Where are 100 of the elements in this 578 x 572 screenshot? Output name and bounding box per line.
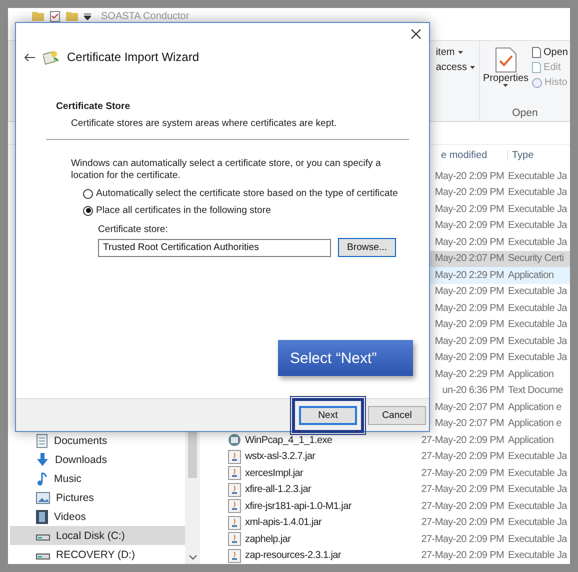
sidebar-item[interactable]: Pictures <box>10 488 185 507</box>
caret-icon <box>458 51 463 54</box>
open-button[interactable]: Open <box>532 47 568 58</box>
type-cell-text: Executable Ja <box>508 187 568 198</box>
type-cell-text: Executable Ja <box>508 319 568 330</box>
radio-button[interactable] <box>83 206 93 216</box>
sidebar-item[interactable]: Videos <box>10 507 185 526</box>
radio-button[interactable] <box>83 188 93 198</box>
type-cell-text: Executable Ja <box>508 451 568 462</box>
type-cell-text: Executable Ja <box>508 484 568 496</box>
type-cell-text: Executable Ja <box>508 336 568 347</box>
instruction-callout: Select “Next” <box>278 340 413 376</box>
sidebar-item[interactable]: Downloads <box>10 450 185 469</box>
file-name: xercesImpl.jar <box>245 468 304 479</box>
file-row[interactable]: xml-apis-1.4.01.jar 27-May-20 2:09 PM Executable Ja <box>200 514 570 531</box>
section-heading: Certificate Store <box>56 101 132 112</box>
type-cell-text: Application e <box>508 402 562 413</box>
type-cell-text: Executable Ja <box>508 352 568 364</box>
file-row[interactable]: xfire-jsr181-api-1.0-M1.jar 27-May-20 2:09 PM Executable Ja <box>200 498 570 514</box>
back-button[interactable] <box>24 52 35 62</box>
date-cell-text: un-20 6:36 PM <box>441 385 504 396</box>
sidebar-item[interactable]: Local Disk (C:) <box>10 526 185 545</box>
dialog-title: Certificate Import Wizard <box>67 50 200 64</box>
date-cell-text: May-20 2:09 PM <box>434 170 504 182</box>
type-cell-text: Application <box>508 368 555 380</box>
certificate-icon <box>43 49 59 65</box>
date-cell-text: 27-May-20 2:09 PM <box>420 500 504 512</box>
type-cell-text: Executable Ja <box>508 468 568 479</box>
type-cell-text: Executable Ja <box>508 500 568 512</box>
type-cell-text: Text Docume <box>508 385 564 396</box>
date-cell-text: May-20 2:09 PM <box>434 204 504 215</box>
next-button[interactable]: Next <box>299 406 357 424</box>
date-cell-text: 27-May-20 2:09 PM <box>420 484 504 496</box>
instruction-text: Windows can automatically select a certificate store, or you can specify a location for the certificate. <box>71 158 382 182</box>
jar-file-icon <box>228 499 241 514</box>
easy-access-button[interactable]: access <box>436 62 475 73</box>
document-icon <box>532 47 541 58</box>
file-row[interactable]: xercesImpl.jar 27-May-20 2:09 PM Executable Ja <box>200 465 570 482</box>
column-header[interactable]: e modified <box>441 150 507 160</box>
type-cell-text: Security Certi <box>508 253 565 264</box>
type-cell-text: Executable Ja <box>508 302 568 314</box>
caret-icon <box>503 84 508 87</box>
date-cell-text: 27-May-20 2:09 PM <box>420 534 504 545</box>
close-button[interactable] <box>409 27 423 41</box>
date-cell-text: May-20 2:09 PM <box>434 352 504 364</box>
file-name: WinPcap_4_1_1.exe <box>245 434 332 446</box>
film-icon <box>36 510 48 524</box>
caret-icon <box>470 66 475 69</box>
type-cell-text: Executable Ja <box>508 534 568 545</box>
type-cell-text: Executable Ja <box>508 170 568 182</box>
type-cell-text: Executable Ja <box>508 220 568 232</box>
date-cell-text: May-20 2:09 PM <box>434 302 504 314</box>
date-cell-text: 27-May-20 2:09 PM <box>420 517 504 528</box>
date-cell-text: May-20 2:09 PM <box>434 286 504 298</box>
file-row[interactable]: WinPcap_4_1_1.exe 27-May-20 2:09 PM Application <box>200 432 570 448</box>
date-cell-text: May-20 2:07 PM <box>434 253 504 264</box>
checked-document-icon <box>494 47 517 73</box>
certificate-store-field[interactable]: Trusted Root Certification Authorities <box>98 238 331 256</box>
jar-file-icon <box>228 466 241 480</box>
column-header[interactable]: Type <box>507 150 570 160</box>
file-name: xml-apis-1.4.01.jar <box>245 517 322 528</box>
field-label: Certificate store: <box>98 224 169 235</box>
file-row[interactable]: wstx-asl-3.2.7.jar 27-May-20 2:09 PM Executable Ja <box>200 448 570 465</box>
file-row[interactable]: zaphelp.jar 27-May-20 2:09 PM Executable Ja <box>200 531 570 548</box>
cancel-button[interactable]: Cancel <box>368 406 426 424</box>
chevron-down-icon[interactable] <box>188 555 196 560</box>
file-row[interactable]: zap-resources-2.3.1.jar 27-May-20 2:09 PM Executable Ja <box>200 548 570 564</box>
music-note-icon <box>36 472 48 486</box>
date-cell-text: May-20 2:09 PM <box>434 236 504 248</box>
date-cell-text: May-20 2:29 PM <box>434 270 504 281</box>
file-name: zaphelp.jar <box>245 534 291 545</box>
file-name: wstx-asl-3.2.7.jar <box>245 451 316 462</box>
date-cell-text: May-20 2:09 PM <box>434 187 504 198</box>
sidebar-item[interactable]: RECOVERY (D:) <box>10 545 185 564</box>
radio-label[interactable]: Automatically select the certificate store based on the type of certificate <box>96 188 398 199</box>
date-cell-text: May-20 2:09 PM <box>434 220 504 232</box>
date-cell-text: May-20 2:07 PM <box>434 418 504 430</box>
type-cell-text: Application <box>508 270 555 281</box>
type-cell-text: Application <box>508 434 555 446</box>
group-label: Open <box>512 107 538 119</box>
sidebar-item[interactable]: Music <box>10 469 185 488</box>
file-name: xfire-jsr181-api-1.0-M1.jar <box>245 500 352 512</box>
date-cell-text: May-20 2:29 PM <box>434 368 504 380</box>
date-cell-text: 27-May-20 2:09 PM <box>420 434 504 446</box>
dropdown-arrow-icon[interactable] <box>84 12 91 20</box>
download-arrow-icon <box>36 452 49 466</box>
browse-button[interactable]: Browse... <box>338 238 396 257</box>
properties-button[interactable]: Properties <box>482 47 530 107</box>
section-description: Certificate stores are system areas where certificates are kept. <box>71 118 338 129</box>
jar-file-icon <box>228 450 241 464</box>
jar-file-icon <box>228 482 241 497</box>
type-cell-text: Executable Ja <box>508 236 568 248</box>
type-cell-text: Executable Ja <box>508 550 568 562</box>
window-title: SOASTA Conductor <box>101 10 190 22</box>
sidebar-item[interactable]: Documents <box>10 431 185 450</box>
new-item-button[interactable]: item <box>436 47 475 58</box>
file-row[interactable]: xfire-all-1.2.3.jar 27-May-20 2:09 PM Executable Ja <box>200 482 570 498</box>
radio-label[interactable]: Place all certificates in the following store <box>96 205 271 216</box>
date-cell-text: 27-May-20 2:09 PM <box>420 451 504 462</box>
date-cell-text: May-20 2:07 PM <box>434 402 504 413</box>
